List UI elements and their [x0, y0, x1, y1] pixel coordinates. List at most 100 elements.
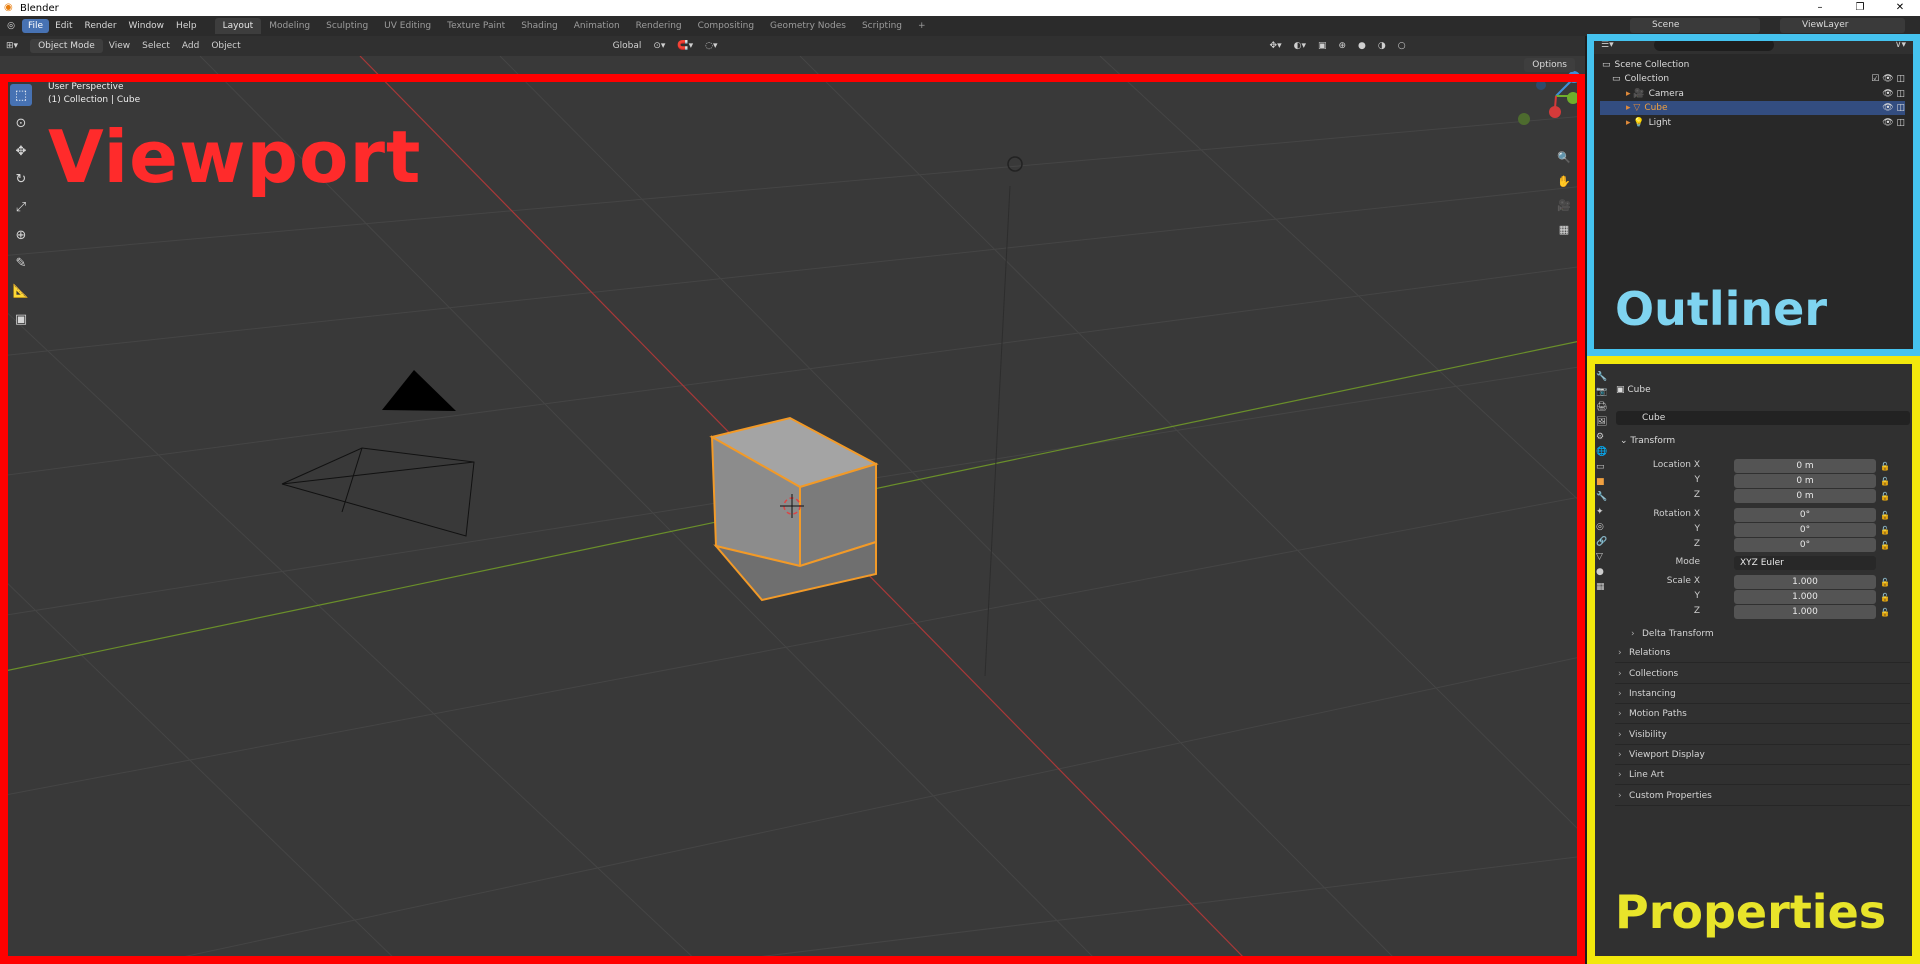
- outliner-collection[interactable]: ▭ Collection ☑ 👁 ◫: [1600, 72, 1905, 86]
- tab-rendering[interactable]: Rendering: [628, 18, 690, 34]
- world-tab-icon[interactable]: 🌐: [1596, 447, 1607, 457]
- custom-properties-panel[interactable]: Custom Properties: [1615, 787, 1910, 806]
- options-dropdown[interactable]: Options: [1524, 58, 1575, 72]
- add-menu[interactable]: Add: [176, 39, 205, 53]
- scale-x-field[interactable]: 1.000: [1734, 575, 1876, 589]
- tab-animation[interactable]: Animation: [566, 18, 628, 34]
- line-art-panel[interactable]: Line Art: [1615, 766, 1910, 785]
- close-button[interactable]: ✕: [1880, 0, 1920, 16]
- lock-icon[interactable]: 🔓 🔓 🔓: [1880, 459, 1890, 504]
- camera-view-icon[interactable]: 🎥: [1555, 196, 1573, 214]
- visibility-eye-icon[interactable]: 👁 ◫: [1882, 118, 1905, 128]
- menu-file[interactable]: File: [22, 19, 50, 33]
- orthographic-grid-icon[interactable]: ▦: [1555, 220, 1573, 238]
- menu-render[interactable]: Render: [79, 19, 123, 33]
- location-z-field[interactable]: 0 m: [1734, 489, 1876, 503]
- tab-shading[interactable]: Shading: [513, 18, 566, 34]
- annotate-tool-icon[interactable]: ✎: [10, 252, 32, 274]
- tab-compositing[interactable]: Compositing: [690, 18, 762, 34]
- motion-paths-panel[interactable]: Motion Paths: [1615, 705, 1910, 724]
- pivot-icon[interactable]: ⊙▾: [647, 39, 671, 53]
- lock-icon[interactable]: 🔓 🔓 🔓: [1880, 575, 1890, 620]
- select-box-tool-icon[interactable]: ⬚: [10, 84, 32, 106]
- menu-window[interactable]: Window: [123, 19, 171, 33]
- tab-texture-paint[interactable]: Texture Paint: [439, 18, 513, 34]
- relations-panel[interactable]: Relations: [1615, 644, 1910, 663]
- scene-tab-icon[interactable]: ⚙: [1596, 432, 1606, 442]
- add-cube-tool-icon[interactable]: ▣: [10, 308, 32, 330]
- location-y-field[interactable]: 0 m: [1734, 474, 1876, 488]
- scale-tool-icon[interactable]: ⤢: [10, 196, 32, 218]
- overlay-toggle-icon[interactable]: ◐▾: [1288, 39, 1312, 53]
- measure-tool-icon[interactable]: 📐: [10, 280, 32, 302]
- object-menu[interactable]: Object: [205, 39, 246, 53]
- output-tab-icon[interactable]: 🖨: [1596, 402, 1607, 412]
- scale-z-field[interactable]: 1.000: [1734, 605, 1876, 619]
- shading-rendered-icon[interactable]: ○: [1392, 39, 1412, 53]
- tab-uv-editing[interactable]: UV Editing: [376, 18, 439, 34]
- object-name-field[interactable]: Cube: [1616, 411, 1910, 425]
- zoom-icon[interactable]: 🔍: [1555, 148, 1573, 166]
- scene-selector[interactable]: Scene: [1630, 18, 1760, 33]
- rotation-mode-dropdown[interactable]: XYZ Euler: [1734, 556, 1876, 570]
- outliner-item-light[interactable]: ▸ 💡 Light 👁 ◫: [1600, 116, 1905, 130]
- view-layer-selector[interactable]: ViewLayer: [1780, 18, 1905, 33]
- menu-help[interactable]: Help: [170, 19, 203, 33]
- tab-scripting[interactable]: Scripting: [854, 18, 910, 34]
- orientation-dropdown[interactable]: Global: [607, 39, 648, 53]
- blender-menu-icon[interactable]: ◎: [0, 21, 22, 31]
- outliner-item-cube[interactable]: ▸ ▽ Cube 👁 ◫: [1600, 101, 1905, 115]
- tab-layout[interactable]: Layout: [214, 18, 262, 34]
- filter-icon[interactable]: ⊽▾: [1895, 40, 1906, 50]
- pan-hand-icon[interactable]: ✋: [1555, 172, 1573, 190]
- navigation-tools: 🔍 ✋ 🎥 ▦: [1555, 148, 1573, 238]
- tab-sculpting[interactable]: Sculpting: [318, 18, 376, 34]
- location-x-field[interactable]: 0 m: [1734, 459, 1876, 473]
- instancing-panel[interactable]: Instancing: [1615, 685, 1910, 704]
- shading-material-icon[interactable]: ◑: [1372, 39, 1392, 53]
- outliner-search-input[interactable]: [1653, 39, 1774, 51]
- rotation-x-field[interactable]: 0°: [1734, 508, 1876, 522]
- minimize-button[interactable]: –: [1800, 0, 1840, 16]
- scale-y-field[interactable]: 1.000: [1734, 590, 1876, 604]
- transform-tool-icon[interactable]: ⊕: [10, 224, 32, 246]
- cube-object[interactable]: [709, 416, 879, 602]
- cursor-tool-icon[interactable]: ⊙: [10, 112, 32, 134]
- outliner-display-mode-icon[interactable]: ☰▾: [1601, 40, 1614, 50]
- light-object-icon[interactable]: [1007, 156, 1023, 172]
- mode-dropdown[interactable]: Object Mode: [30, 39, 103, 53]
- add-workspace-button[interactable]: +: [910, 18, 934, 34]
- snap-icon[interactable]: 🧲▾: [671, 39, 699, 53]
- collections-panel[interactable]: Collections: [1615, 665, 1910, 684]
- rotation-y-field[interactable]: 0°: [1734, 523, 1876, 537]
- outliner-scene-collection[interactable]: ▭ Scene Collection: [1600, 58, 1905, 72]
- tab-modeling[interactable]: Modeling: [261, 18, 318, 34]
- render-tab-icon[interactable]: 📷: [1596, 387, 1607, 397]
- maximize-button[interactable]: ❐: [1840, 0, 1880, 16]
- gizmo-toggle-icon[interactable]: ✥▾: [1264, 39, 1288, 53]
- visibility-eye-icon[interactable]: 👁 ◫: [1882, 103, 1905, 113]
- transform-panel-header[interactable]: ⌄ Transform: [1620, 436, 1675, 446]
- select-menu[interactable]: Select: [136, 39, 176, 53]
- rotation-z-field[interactable]: 0°: [1734, 538, 1876, 552]
- proportional-edit-icon[interactable]: ◌▾: [699, 39, 723, 53]
- menu-edit[interactable]: Edit: [49, 19, 78, 33]
- editor-type-icon[interactable]: ⊞▾: [0, 39, 24, 53]
- tool-tab-icon[interactable]: 🔧: [1596, 372, 1607, 382]
- move-tool-icon[interactable]: ✥: [10, 140, 32, 162]
- camera-object[interactable]: [281, 370, 475, 537]
- delta-transform-panel[interactable]: Delta Transform: [1628, 625, 1910, 644]
- visibility-eye-icon[interactable]: ☑ 👁 ◫: [1871, 74, 1905, 84]
- view-menu[interactable]: View: [103, 39, 136, 53]
- viewport-display-panel[interactable]: Viewport Display: [1615, 746, 1910, 765]
- lock-icon[interactable]: 🔓 🔓 🔓: [1880, 508, 1890, 553]
- visibility-panel[interactable]: Visibility: [1615, 726, 1910, 745]
- shading-solid-icon[interactable]: ●: [1352, 39, 1372, 53]
- xray-toggle-icon[interactable]: ▣: [1312, 39, 1333, 53]
- view-layer-tab-icon[interactable]: 🖼: [1596, 417, 1607, 427]
- outliner-item-camera[interactable]: ▸ 🎥 Camera 👁 ◫: [1600, 87, 1905, 101]
- rotate-tool-icon[interactable]: ↻: [10, 168, 32, 190]
- tab-geometry-nodes[interactable]: Geometry Nodes: [762, 18, 854, 34]
- shading-wireframe-icon[interactable]: ⊕: [1332, 39, 1352, 53]
- visibility-eye-icon[interactable]: 👁 ◫: [1882, 89, 1905, 99]
